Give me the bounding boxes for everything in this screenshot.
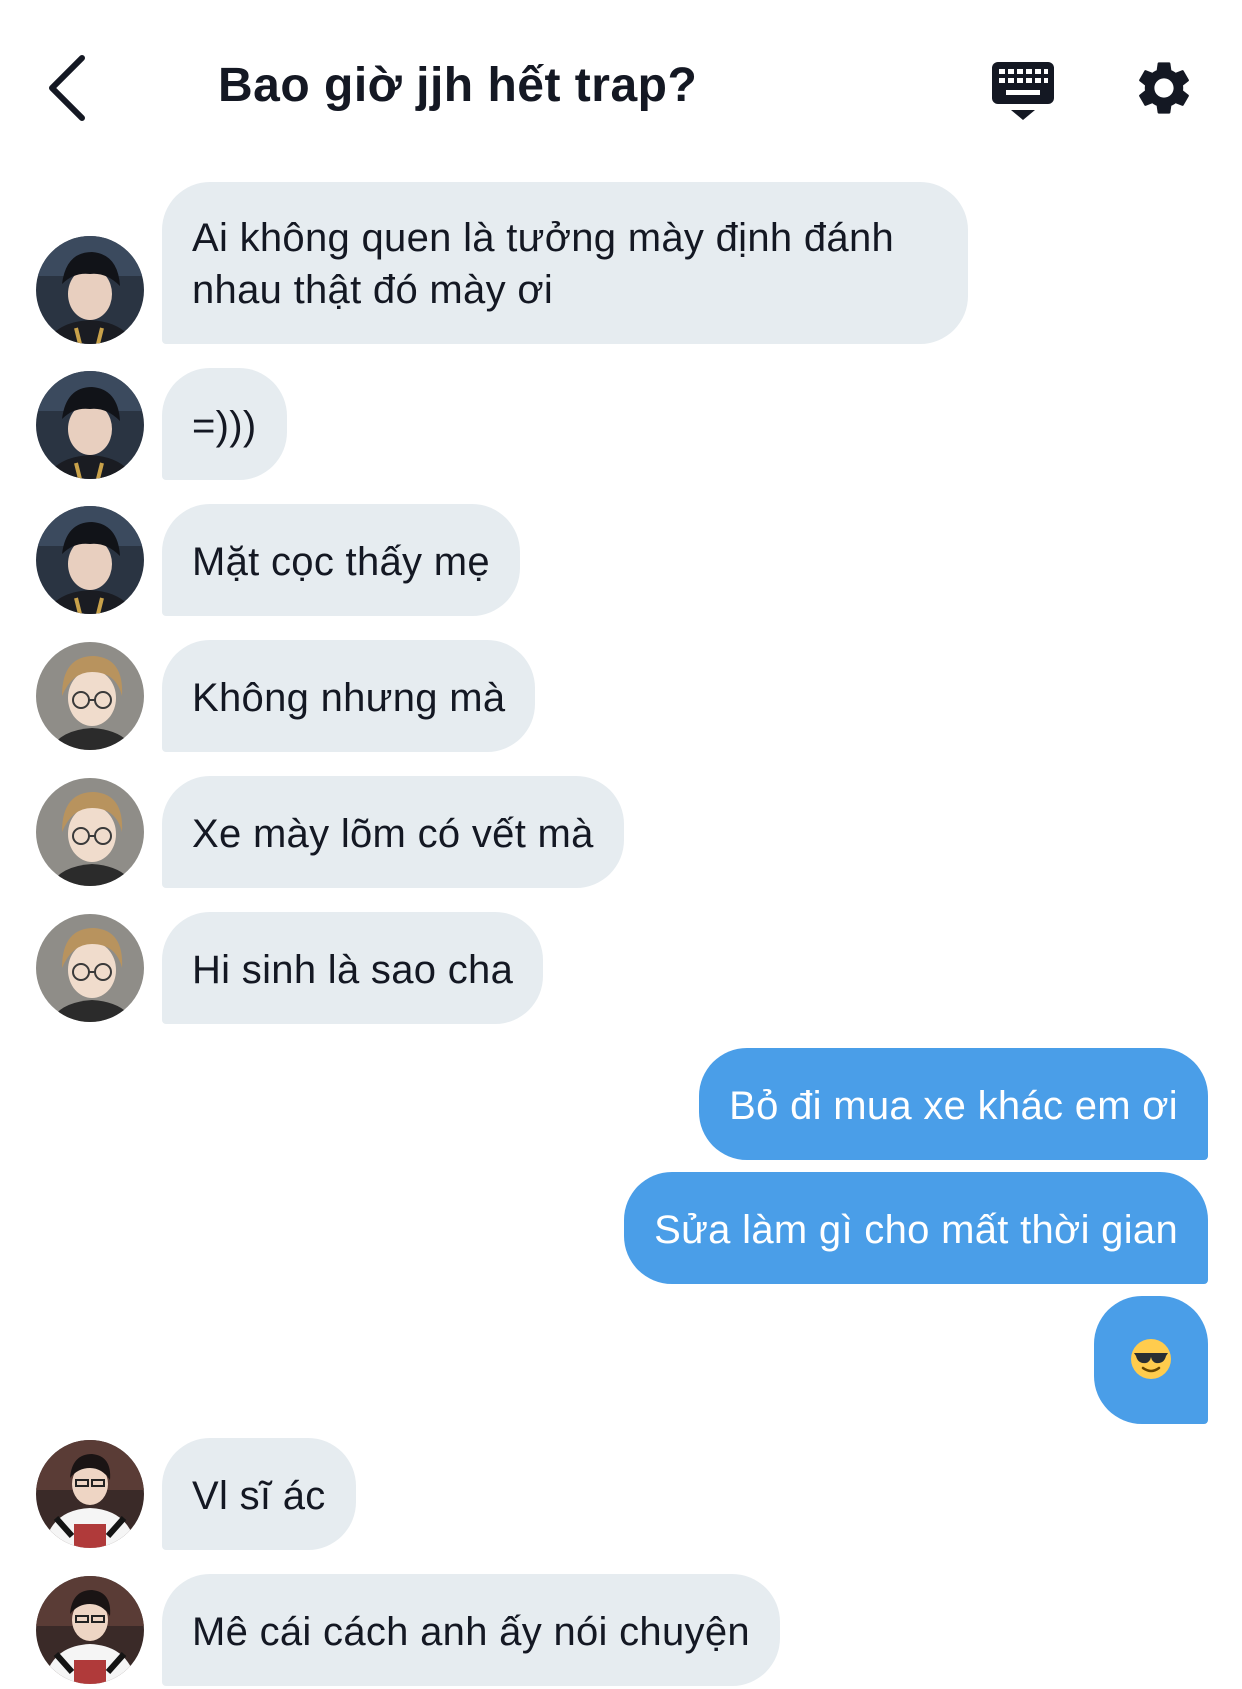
chevron-left-icon (49, 55, 85, 121)
message-bubble-incoming[interactable]: =))) (162, 368, 287, 480)
message-bubble-incoming[interactable]: Mặt cọc thấy mẹ (162, 504, 520, 616)
conversation-title: Bao giờ jjh hết trap? (218, 59, 698, 112)
avatar-sender-a[interactable] (36, 506, 144, 614)
message-text: Bỏ đi mua xe khác em ơi (729, 1084, 1178, 1128)
message-text: Hi sinh là sao cha (192, 948, 514, 992)
message-text: Ai không quen là tưởng mày định đánh nha… (192, 216, 895, 312)
message-text: Vl sĩ ác (192, 1474, 326, 1518)
message-bubble-outgoing[interactable]: Sửa làm gì cho mất thời gian (624, 1172, 1208, 1284)
message-text: Xe mày lõm có vết mà (192, 812, 594, 856)
settings-button[interactable] (1132, 56, 1196, 120)
avatar-photo-b (36, 914, 144, 1022)
avatar-photo-b (36, 778, 144, 886)
avatar-photo-c (36, 1440, 144, 1548)
avatar-photo-a (36, 506, 144, 614)
avatar-photo-c (36, 1576, 144, 1684)
gear-icon (1139, 62, 1189, 114)
chat-screen: Bao giờ jjh hết trap? Ai không quen là t… (0, 0, 1242, 1689)
avatar-photo-b (36, 642, 144, 750)
avatar-sender-c[interactable] (36, 1440, 144, 1548)
message-bubble-incoming[interactable]: Xe mày lõm có vết mà (162, 776, 624, 888)
avatar-photo-a (36, 236, 144, 344)
message-bubble-incoming[interactable]: Không nhưng mà (162, 640, 536, 752)
message-bubble-incoming[interactable]: Hi sinh là sao cha (162, 912, 544, 1024)
sunglasses-emoji-icon (1131, 1339, 1171, 1379)
back-button[interactable] (40, 52, 100, 124)
message-text: =))) (192, 404, 257, 448)
chat-header: Bao giờ jjh hết trap? (0, 0, 1242, 175)
avatar-sender-b[interactable] (36, 914, 144, 1022)
keyboard-toggle-button[interactable] (990, 58, 1056, 124)
message-text: Sửa làm gì cho mất thời gian (654, 1208, 1178, 1252)
avatar-sender-a[interactable] (36, 236, 144, 344)
avatar-sender-c[interactable] (36, 1576, 144, 1684)
message-text: Không nhưng mà (192, 676, 506, 720)
message-bubble-incoming[interactable]: Ai không quen là tưởng mày định đánh nha… (162, 182, 968, 344)
avatar-sender-b[interactable] (36, 642, 144, 750)
avatar-photo-a (36, 371, 144, 479)
message-bubble-outgoing[interactable]: Bỏ đi mua xe khác em ơi (699, 1048, 1208, 1160)
message-text: Mê cái cách anh ấy nói chuyện (192, 1610, 750, 1654)
keyboard-icon (992, 62, 1054, 120)
message-bubble-outgoing[interactable] (1094, 1296, 1208, 1424)
message-bubble-incoming[interactable]: Vl sĩ ác (162, 1438, 356, 1550)
avatar-sender-b[interactable] (36, 778, 144, 886)
message-text: Mặt cọc thấy mẹ (192, 540, 490, 584)
message-bubble-incoming[interactable]: Mê cái cách anh ấy nói chuyện (162, 1574, 780, 1686)
avatar-sender-a[interactable] (36, 371, 144, 479)
